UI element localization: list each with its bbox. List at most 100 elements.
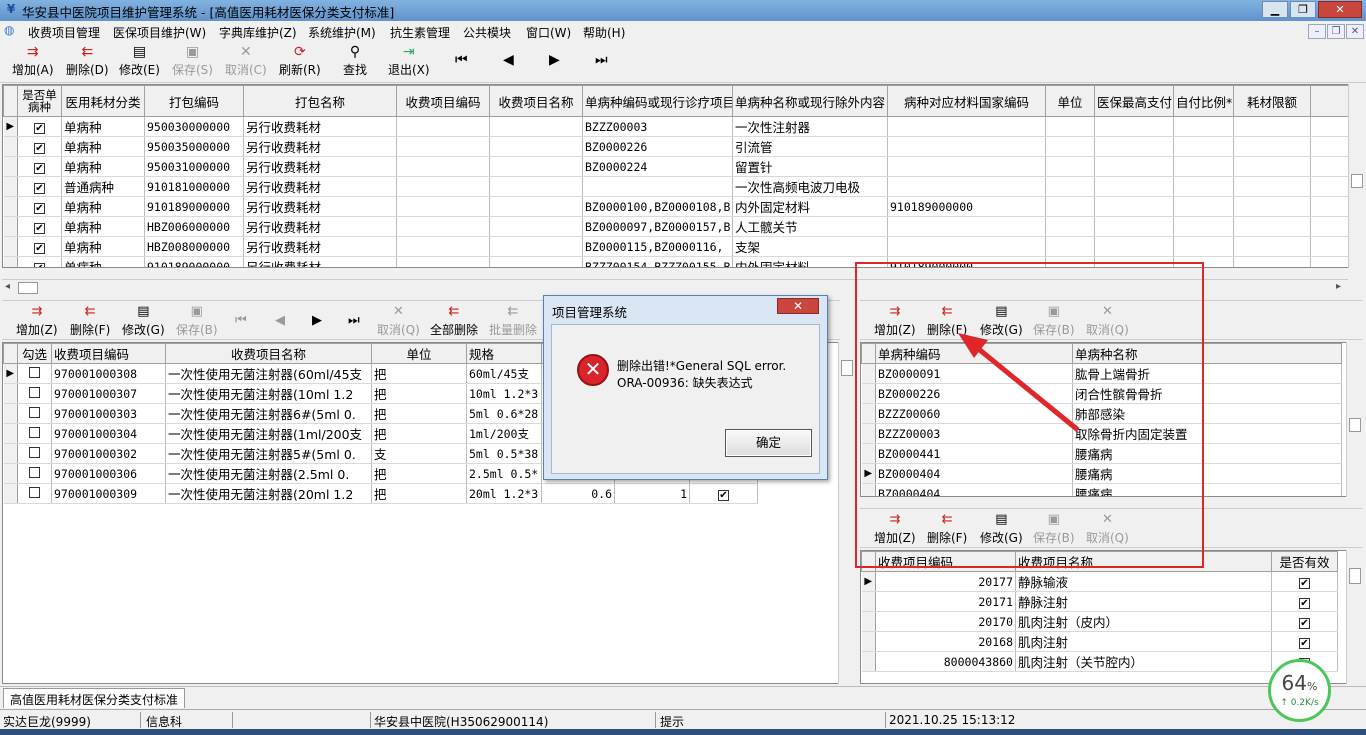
menu-item-dictionary[interactable]: 字典库维护(Z) bbox=[219, 24, 297, 41]
check-cell[interactable] bbox=[17, 483, 52, 504]
menu-item-antibiotic[interactable]: 抗生素管理 bbox=[390, 24, 450, 41]
check-cell[interactable] bbox=[17, 423, 52, 444]
menu-item-public[interactable]: 公共模块 bbox=[463, 24, 511, 41]
col-unit[interactable]: 单位 bbox=[371, 343, 467, 364]
col-category[interactable]: 医用耗材分类 bbox=[61, 85, 145, 117]
left-next-button[interactable]: ▶ bbox=[312, 312, 322, 330]
maximize-button[interactable]: ❐ bbox=[1290, 1, 1316, 18]
checkbox[interactable]: ✔ bbox=[34, 243, 45, 254]
col-fee-code[interactable]: 收费项目编码 bbox=[51, 343, 166, 364]
fee-grid[interactable]: 收费项目编码 收费项目名称 是否有效 ▶ 20177 静脉输液 ✔ 20171 静脉注射 ✔… bbox=[860, 550, 1348, 684]
close-button[interactable]: ✕ bbox=[1318, 1, 1362, 18]
valid-cell[interactable]: ✔ bbox=[1271, 591, 1338, 612]
checkbox[interactable]: ✔ bbox=[1299, 598, 1310, 609]
menu-item-window[interactable]: 窗口(W) bbox=[526, 24, 571, 41]
checkbox[interactable]: ✔ bbox=[34, 123, 45, 134]
left-first-button[interactable]: ⏮ bbox=[235, 312, 247, 330]
mdi-close-button[interactable]: ✕ bbox=[1346, 24, 1364, 39]
delete-all-button[interactable]: ⇇ 全部删除 bbox=[430, 303, 478, 338]
network-gauge-widget[interactable]: 64% ↑ 0.2K/s bbox=[1268, 659, 1331, 722]
fee-grid-vscroll[interactable] bbox=[1346, 550, 1362, 684]
single-disease-cell[interactable]: ✔ bbox=[17, 196, 62, 217]
menu-item-fee[interactable]: 收费项目管理 bbox=[28, 24, 100, 41]
col-self-ratio[interactable]: 自付比例* bbox=[1173, 85, 1234, 117]
check-cell[interactable] bbox=[17, 383, 52, 404]
delete-button[interactable]: ⇇ 删除(D) bbox=[66, 43, 109, 78]
checkbox[interactable]: ✔ bbox=[34, 183, 45, 194]
check-cell[interactable] bbox=[17, 443, 52, 464]
checkbox[interactable]: ✔ bbox=[34, 163, 45, 174]
checkbox[interactable]: ✔ bbox=[1299, 638, 1310, 649]
col-over[interactable]: 超 bbox=[1310, 85, 1349, 117]
left-edit-button[interactable]: ▤ 修改(G) bbox=[122, 303, 165, 338]
col-max-pay[interactable]: 医保最高支付 bbox=[1094, 85, 1174, 117]
batch-delete-button[interactable]: ⇇ 批量删除 bbox=[489, 303, 537, 338]
table-row[interactable]: ✔ 单病种 950035000000 另行收费耗材 BZ0000226 引流管 bbox=[3, 136, 1349, 157]
disease-grid-vscroll[interactable] bbox=[1346, 342, 1362, 497]
checkbox[interactable]: ✔ bbox=[34, 263, 45, 267]
prev-record-button[interactable]: ◀ bbox=[503, 51, 514, 69]
col-fee-code[interactable]: 收费项目编码 bbox=[396, 85, 490, 117]
edit-button[interactable]: ▤ 修改(E) bbox=[119, 43, 160, 78]
checkbox[interactable] bbox=[29, 367, 40, 378]
col-valid[interactable]: 是否有效 bbox=[1271, 551, 1338, 572]
left-prev-button[interactable]: ◀ bbox=[275, 312, 285, 330]
first-record-button[interactable]: ⏮ bbox=[455, 51, 468, 69]
checkbox[interactable] bbox=[29, 467, 40, 478]
col-pack-name[interactable]: 打包名称 bbox=[243, 85, 397, 117]
add-button[interactable]: ⇉ 增加(A) bbox=[12, 43, 54, 78]
left-last-button[interactable]: ⏭ bbox=[348, 312, 360, 330]
next-record-button[interactable]: ▶ bbox=[549, 51, 560, 69]
tab-current[interactable]: 高值医用耗材医保分类支付标准 bbox=[3, 688, 186, 708]
single-disease-cell[interactable]: ✔ bbox=[17, 236, 62, 257]
col-check[interactable]: 勾选 bbox=[17, 343, 52, 364]
col-fee-name[interactable]: 收费项目名称 bbox=[489, 85, 583, 117]
dialog-ok-button[interactable]: 确定 bbox=[725, 429, 812, 457]
col-fee-name[interactable]: 收费项目名称 bbox=[165, 343, 372, 364]
checkbox[interactable]: ✔ bbox=[34, 143, 45, 154]
left-add-button[interactable]: ⇉ 增加(Z) bbox=[16, 303, 58, 338]
table-row[interactable]: ▶ ✔ 单病种 950030000000 另行收费耗材 BZZZ00003 一次性注射器 bbox=[3, 116, 1349, 137]
valid-cell[interactable]: ✔ bbox=[1271, 611, 1338, 632]
checkbox[interactable] bbox=[29, 407, 40, 418]
col-unit[interactable]: 单位 bbox=[1045, 85, 1095, 117]
checkbox[interactable] bbox=[29, 427, 40, 438]
checkbox[interactable]: ✔ bbox=[1299, 578, 1310, 589]
scroll-right-icon[interactable]: ▸ bbox=[1336, 281, 1341, 292]
mdi-minimize-button[interactable]: – bbox=[1308, 24, 1326, 39]
left-grid-vscroll[interactable] bbox=[838, 342, 854, 684]
checkbox[interactable] bbox=[29, 487, 40, 498]
checkbox[interactable]: ✔ bbox=[718, 490, 729, 501]
table-row[interactable]: ▶ 20177 静脉输液 ✔ bbox=[861, 571, 1338, 592]
table-row[interactable]: 20170 肌肉注射（皮内） ✔ bbox=[861, 611, 1338, 632]
last-record-button[interactable]: ⏭ bbox=[595, 51, 608, 69]
table-row[interactable]: 970001000309 一次性使用无菌注射器(20ml 1.2 把 20ml 1.2… bbox=[3, 483, 758, 504]
single-disease-cell[interactable]: ✔ bbox=[17, 156, 62, 177]
save-button[interactable]: ▣ 保存(S) bbox=[172, 43, 213, 78]
single-disease-cell[interactable]: ✔ bbox=[17, 136, 62, 157]
col-disease-code[interactable]: 单病种编码或现行诊疗项目 bbox=[582, 85, 733, 117]
refresh-button[interactable]: ⟳ 刷新(R) bbox=[279, 43, 321, 78]
check-cell[interactable] bbox=[17, 363, 52, 384]
menu-item-help[interactable]: 帮助(H) bbox=[583, 24, 625, 41]
checkbox[interactable] bbox=[29, 387, 40, 398]
left-cancel-button[interactable]: ✕ 取消(Q) bbox=[377, 303, 420, 338]
menu-item-system[interactable]: 系统维护(M) bbox=[308, 24, 376, 41]
exit-button[interactable]: ⇥ 退出(X) bbox=[388, 43, 430, 78]
col-disease-name[interactable]: 单病种名称或现行除外内容 bbox=[732, 85, 888, 117]
table-row[interactable]: 20168 肌肉注射 ✔ bbox=[861, 631, 1338, 652]
left-save-button[interactable]: ▣ 保存(B) bbox=[176, 303, 218, 338]
single-disease-cell[interactable]: ✔ bbox=[17, 116, 62, 137]
col-national-code[interactable]: 病种对应材料国家编码 bbox=[887, 85, 1046, 117]
checkbox[interactable] bbox=[29, 447, 40, 458]
top-grid-vscroll[interactable] bbox=[1348, 84, 1364, 268]
top-grid[interactable]: 是否单病种 医用耗材分类 打包编码 打包名称 收费项目编码 收费项目名称 单病种… bbox=[2, 84, 1350, 268]
cancel-button[interactable]: ✕ 取消(C) bbox=[225, 43, 267, 78]
table-row[interactable]: ✔ 单病种 HBZ008000000 另行收费耗材 BZ0000115,BZ000011… bbox=[3, 236, 1349, 257]
dialog-close-button[interactable]: ✕ bbox=[777, 298, 819, 314]
single-disease-cell[interactable]: ✔ bbox=[17, 256, 62, 267]
check-cell[interactable] bbox=[17, 403, 52, 424]
table-row[interactable]: ✔ 单病种 910189000000 另行收费耗材 BZ0000100,BZ000010… bbox=[3, 196, 1349, 217]
col-limit[interactable]: 耗材限额 bbox=[1233, 85, 1311, 117]
valid-cell[interactable]: ✔ bbox=[1271, 571, 1338, 592]
